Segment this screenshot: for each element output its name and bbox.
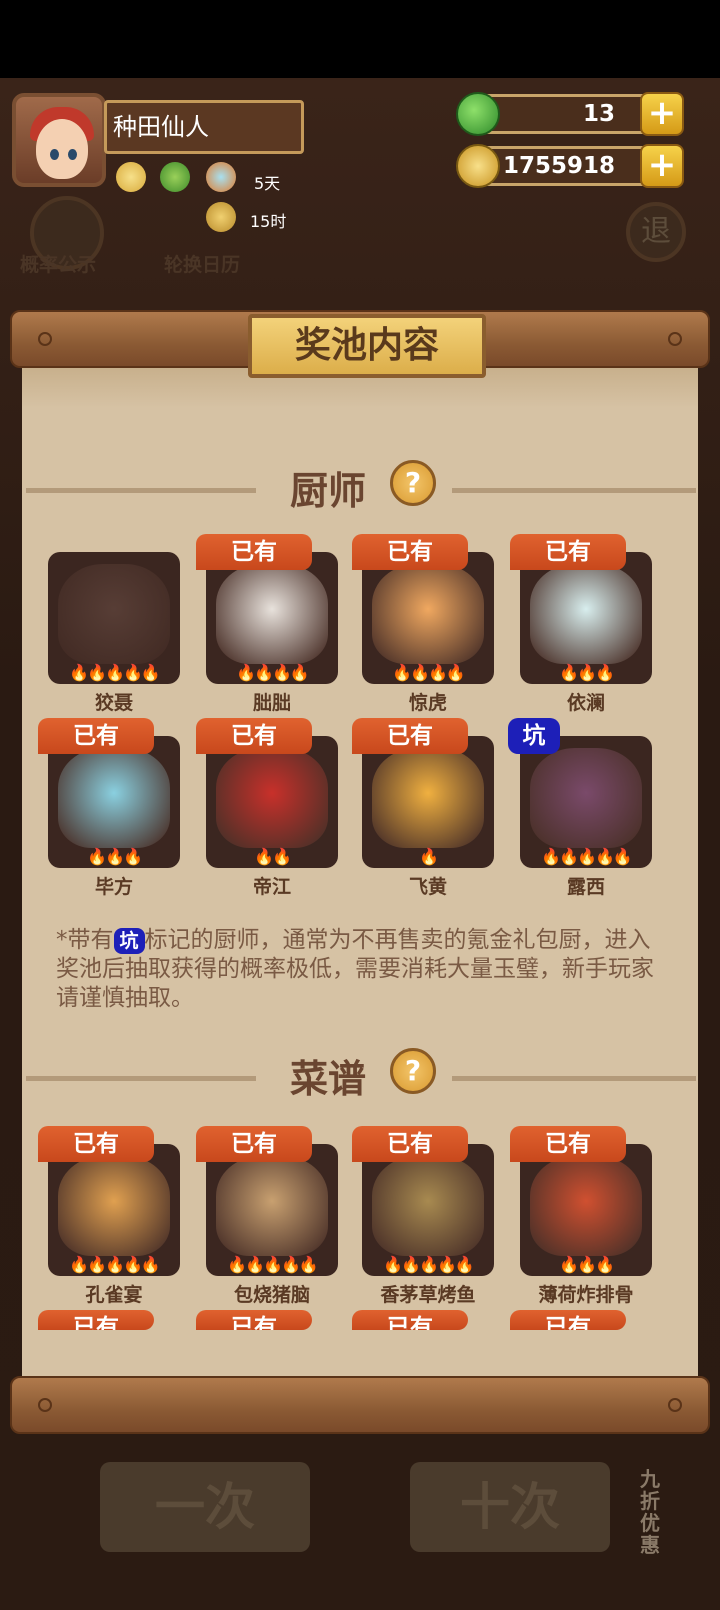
- fish-upgrade-icon[interactable]: [206, 162, 236, 192]
- owned-badge: 已有: [352, 718, 468, 754]
- chef-name: 毕方: [94, 876, 133, 898]
- chef-name: 惊虎: [408, 692, 447, 714]
- owned-badge: 已有: [196, 534, 312, 570]
- recipe-card[interactable]: 🔥🔥🔥 已有薄荷炸排骨: [510, 1126, 652, 1306]
- flame-rating: 🔥🔥: [254, 847, 292, 866]
- add-jade-button[interactable]: +: [640, 92, 684, 136]
- recipe-name: 包烧猪脑: [233, 1284, 310, 1306]
- chef-card[interactable]: 🔥🔥🔥🔥 已有惊虎: [352, 534, 494, 714]
- owned-badge: 已有: [38, 1126, 154, 1162]
- chef-portrait: [530, 748, 642, 848]
- chef-card[interactable]: 🔥 已有飞黄: [352, 718, 494, 898]
- chef-card[interactable]: 🔥🔥 已有帝江: [196, 718, 338, 898]
- chef-portrait: [216, 564, 328, 664]
- player-name[interactable]: 种田仙人: [104, 100, 304, 154]
- owned-badge: 已有: [196, 1126, 312, 1162]
- owned-badge: 已有: [510, 1310, 626, 1330]
- chef-name: 帝江: [252, 876, 291, 898]
- discount-label: 九折优惠: [640, 1467, 660, 1557]
- scroll-bottom-rod: [10, 1376, 710, 1434]
- pit-note: *带有坑标记的厨师，通常为不再售卖的氪金礼包厨，进入奖池后抽取获得的概率极低，需…: [56, 927, 654, 1011]
- owned-badge: 已有: [510, 534, 626, 570]
- owned-badge: 已有: [38, 718, 154, 754]
- recipe-name: 香茅草烤鱼: [380, 1284, 476, 1306]
- flame-rating: 🔥: [419, 847, 439, 866]
- prize-pool-panel: 厨师 ? 🔥🔥🔥🔥🔥 狡聂 🔥🔥🔥🔥 已有 朏朏 🔥🔥🔥🔥 已有 惊虎 🔥🔥🔥 已有 依澜 🔥🔥🔥 已有…: [22, 368, 698, 1376]
- player-avatar[interactable]: [12, 93, 106, 187]
- chef-portrait: [530, 564, 642, 664]
- key-upgrade-icon[interactable]: [206, 202, 236, 232]
- chef-name: 狡聂: [94, 692, 133, 714]
- recipe-portrait: [58, 1156, 170, 1256]
- chef-card[interactable]: 🔥🔥🔥🔥🔥 坑露西: [508, 718, 652, 898]
- chef-card[interactable]: 🔥🔥🔥 已有依澜: [510, 534, 652, 714]
- add-gold-button[interactable]: +: [640, 144, 684, 188]
- recipe-name: 薄荷炸排骨: [538, 1284, 634, 1306]
- owned-badge: 已有: [196, 1310, 312, 1330]
- owned-badge: 已有: [196, 718, 312, 754]
- recipe-help-icon[interactable]: ?: [390, 1048, 436, 1094]
- owned-badge: 已有: [352, 1310, 468, 1330]
- recipe-portrait: [530, 1156, 642, 1256]
- plant-upgrade-icon[interactable]: [160, 162, 190, 192]
- recipe-card[interactable]: 🔥🔥🔥🔥🔥 已有孔雀宴: [38, 1126, 180, 1306]
- flame-rating: 🔥🔥🔥🔥🔥: [69, 663, 161, 682]
- exit-button: 退: [626, 202, 686, 262]
- owned-badge: 已有: [510, 1126, 626, 1162]
- flame-rating: 🔥🔥🔥🔥🔥: [69, 1255, 161, 1274]
- flame-rating: 🔥🔥🔥🔥: [236, 663, 310, 682]
- owned-badge: 已有: [352, 1126, 468, 1162]
- chef-name: 露西: [566, 876, 605, 898]
- ten-draw-button: 十次: [410, 1462, 610, 1552]
- chef-name: 依澜: [566, 692, 605, 714]
- chef-card[interactable]: 🔥🔥🔥🔥 已有朏朏: [196, 534, 338, 714]
- chef-portrait: [58, 564, 170, 664]
- flame-rating: 🔥🔥🔥🔥🔥: [541, 847, 633, 866]
- recipe-card[interactable]: 🔥🔥🔥🔥🔥 已有香茅草烤鱼: [352, 1126, 494, 1306]
- recipe-section-title: 菜谱: [290, 1057, 367, 1101]
- flame-rating: 🔥🔥🔥: [559, 663, 615, 682]
- calendar-label: 轮换日历: [164, 254, 241, 276]
- chef-section-title: 厨师: [290, 469, 367, 513]
- panel-title: 奖池内容: [248, 314, 486, 378]
- recipe-portrait: [372, 1156, 484, 1256]
- fish-timer: 5天: [254, 174, 281, 193]
- flame-rating: 🔥🔥🔥🔥🔥: [227, 1255, 319, 1274]
- chef-name: 朏朏: [252, 692, 291, 714]
- chef-portrait: [58, 748, 170, 848]
- chef-card[interactable]: 🔥🔥🔥 已有毕方: [38, 718, 180, 898]
- probability-label: 概率公示: [20, 254, 97, 276]
- chef-card[interactable]: 🔥🔥🔥🔥🔥 狡聂: [48, 552, 180, 714]
- chef-portrait: [372, 748, 484, 848]
- owned-badge: 已有: [38, 1310, 154, 1330]
- jade-apple-icon: [456, 92, 500, 136]
- flame-rating: 🔥🔥🔥: [559, 1255, 615, 1274]
- recipe-name: 孔雀宴: [85, 1284, 143, 1306]
- key-timer: 15时: [250, 212, 287, 231]
- flame-rating: 🔥🔥🔥🔥🔥: [383, 1255, 475, 1274]
- chef-help-icon[interactable]: ?: [390, 460, 436, 506]
- flame-rating: 🔥🔥🔥🔥: [392, 663, 466, 682]
- single-draw-button: 一次: [100, 1462, 310, 1552]
- recipe-portrait: [216, 1156, 328, 1256]
- pit-badge: 坑: [508, 718, 560, 754]
- owned-badge: 已有: [352, 534, 468, 570]
- coin-upgrade-icon[interactable]: [116, 162, 146, 192]
- chef-portrait: [216, 748, 328, 848]
- chef-portrait: [372, 564, 484, 664]
- chef-name: 飞黄: [408, 876, 447, 898]
- recipe-card[interactable]: 🔥🔥🔥🔥🔥 已有包烧猪脑: [196, 1126, 338, 1306]
- gold-coin-icon: [456, 144, 500, 188]
- flame-rating: 🔥🔥🔥: [87, 847, 143, 866]
